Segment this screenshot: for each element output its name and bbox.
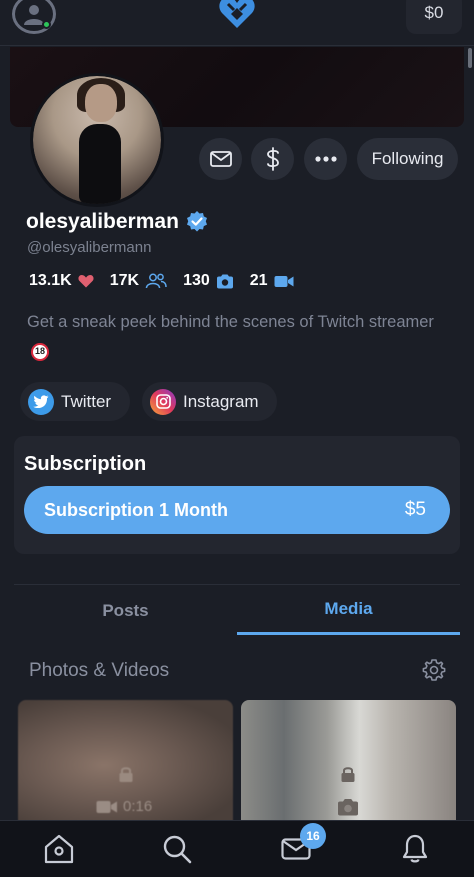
subscription-card: Subscription Subscription 1 Month $5 (14, 436, 460, 554)
nav-notifications[interactable] (398, 833, 432, 865)
video-duration-text: 0:16 (123, 798, 153, 815)
likes-stat: 13.1K (29, 272, 94, 290)
media-section-title: Photos & Videos (29, 660, 170, 681)
instagram-icon (150, 388, 176, 415)
subscribe-button-label: Subscription 1 Month (44, 499, 228, 520)
tabs-divider (14, 584, 460, 585)
users-icon (145, 273, 167, 289)
subscription-title: Subscription (24, 453, 147, 475)
video-icon (96, 800, 117, 813)
message-button[interactable] (199, 138, 242, 180)
wallet-balance-button[interactable]: $0 (406, 0, 462, 34)
fans-stat: 17K (110, 272, 167, 290)
scrollbar[interactable] (468, 48, 472, 68)
tip-button[interactable] (251, 138, 294, 180)
bottom-navigation: 16 (0, 820, 474, 877)
instagram-link[interactable]: Instagram (142, 382, 277, 421)
more-dots-icon (314, 156, 337, 162)
photos-stat: 130 (183, 272, 234, 290)
verified-badge-icon (186, 211, 207, 232)
media-thumbnail[interactable] (241, 700, 456, 830)
top-bar: $0 (0, 0, 474, 68)
bio-text: Get a sneak peek behind the scenes of Tw… (27, 313, 434, 331)
video-icon (274, 275, 294, 287)
profile-avatar[interactable] (30, 73, 164, 207)
profile-handle: @olesyalibermann (27, 239, 152, 256)
lock-icon (119, 767, 133, 782)
profile-name: olesyaliberman (26, 210, 179, 233)
media-thumbnail[interactable]: 0:16 (18, 700, 233, 830)
search-icon (163, 835, 192, 864)
mail-icon (209, 151, 232, 167)
more-options-button[interactable] (304, 138, 347, 180)
nav-search[interactable] (160, 833, 194, 865)
dollar-icon (266, 147, 279, 171)
twitter-link[interactable]: Twitter (20, 382, 130, 421)
photos-count: 130 (183, 272, 210, 289)
instagram-label: Instagram (183, 391, 259, 411)
bell-icon (402, 834, 428, 863)
fans-count: 17K (109, 272, 140, 289)
tab-posts[interactable]: Posts (14, 586, 237, 635)
messages-count-badge: 16 (300, 823, 326, 849)
subscribe-1-month-button[interactable]: Subscription 1 Month $5 (24, 486, 450, 534)
profile-stats: 13.1K 17K 130 21 (29, 272, 310, 290)
twitter-label: Twitter (61, 391, 112, 411)
twitter-icon (28, 388, 54, 415)
user-avatar[interactable] (12, 0, 56, 34)
18-plus-icon: 18 (31, 342, 49, 361)
profile-photo (33, 76, 161, 204)
heart-logo-icon[interactable] (218, 0, 256, 30)
videos-count: 21 (249, 272, 268, 289)
likes-count: 13.1K (29, 272, 72, 289)
online-status-dot (42, 20, 51, 29)
profile-bio: Get a sneak peek behind the scenes of Tw… (27, 308, 447, 366)
lock-icon (341, 767, 355, 782)
profile-name-row: olesyaliberman (26, 210, 209, 234)
profile-tabs: Posts Media (14, 586, 460, 635)
video-duration: 0:16 (96, 798, 152, 815)
gear-icon[interactable] (422, 658, 446, 682)
tab-media[interactable]: Media (237, 586, 460, 635)
heart-icon (78, 275, 94, 288)
following-button[interactable]: Following (357, 138, 458, 180)
home-icon (44, 834, 74, 864)
subscribe-price: $5 (404, 499, 426, 520)
camera-icon (338, 799, 358, 816)
videos-stat: 21 (250, 272, 294, 290)
camera-icon (216, 274, 233, 288)
nav-home[interactable] (42, 833, 76, 865)
